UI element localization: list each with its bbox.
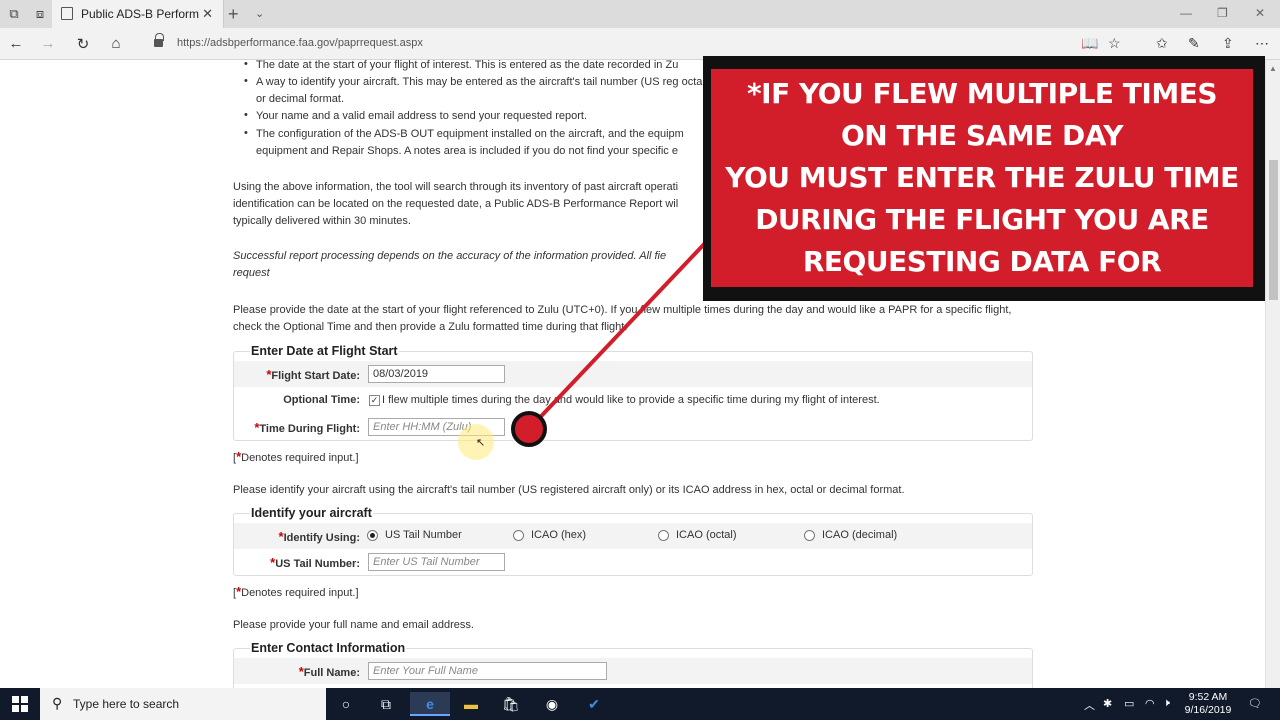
- bullet-name-email: Your name and a valid email address to s…: [256, 110, 588, 122]
- full-name-row: *Full Name:: [234, 658, 1032, 684]
- more-menu-icon[interactable]: ⋯: [1255, 35, 1269, 52]
- chrome-icon[interactable]: ◉: [532, 692, 572, 716]
- time-during-flight-label: *Time During Flight:: [254, 420, 360, 435]
- radio-icao-decimal[interactable]: [804, 530, 815, 541]
- full-name-label: *Full Name:: [298, 664, 360, 679]
- refresh-icon[interactable]: ↻: [73, 35, 93, 53]
- reading-view-icon[interactable]: 📖: [1081, 35, 1098, 52]
- callout-line-5: REQUESTING DATA FOR: [802, 245, 1162, 278]
- tab-list-chevron-icon[interactable]: ⌄: [255, 7, 264, 20]
- full-name-input[interactable]: Enter Your Full Name: [368, 662, 607, 680]
- bullet-dot: •: [244, 58, 248, 70]
- scrollbar-thumb[interactable]: [1269, 160, 1278, 300]
- para-identify-instructions: Please identify your aircraft using the …: [233, 484, 905, 496]
- back-arrow-icon[interactable]: ←: [6, 35, 26, 52]
- page-favicon-icon: [61, 7, 73, 20]
- callout-line-2: ON THE SAME DAY: [841, 119, 1123, 152]
- battery-icon[interactable]: ▭: [1124, 697, 1134, 710]
- radio-icao-hex[interactable]: [513, 530, 524, 541]
- para-contact-instructions: Please provide your full name and email …: [233, 619, 474, 631]
- network-icon[interactable]: ◠: [1145, 697, 1155, 710]
- flight-start-date-input[interactable]: 08/03/2019: [368, 365, 505, 383]
- file-explorer-icon[interactable]: ▬: [451, 692, 491, 716]
- tab-title: Public ADS-B Performar: [81, 7, 199, 21]
- identify-using-label: *Identify Using:: [278, 529, 360, 544]
- optional-time-checkbox-label[interactable]: I flew multiple times during the day and…: [382, 394, 880, 406]
- todo-check-icon[interactable]: ✔: [574, 692, 614, 716]
- identify-section-legend: Identify your aircraft: [250, 506, 373, 520]
- callout-line-1: *IF YOU FLEW MULTIPLE TIMES: [747, 77, 1217, 110]
- us-tail-number-input[interactable]: Enter US Tail Number: [368, 553, 505, 571]
- store-icon[interactable]: 🛍: [491, 692, 531, 716]
- windows-start-icon[interactable]: [12, 696, 28, 712]
- callout-line-4: DURING THE FLIGHT YOU ARE: [755, 203, 1209, 236]
- flight-start-date-label: *Flight Start Date:: [266, 367, 360, 382]
- task-view-icon[interactable]: ⧉: [366, 692, 406, 716]
- bullet-dot: •: [244, 75, 248, 87]
- edge-browser-icon[interactable]: e: [410, 692, 450, 716]
- flight-start-date-row: *Flight Start Date:: [234, 361, 1032, 387]
- address-bar[interactable]: https://adsbperformance.faa.gov/paprrequ…: [177, 37, 423, 49]
- share-icon[interactable]: ⇪: [1222, 35, 1234, 52]
- scroll-up-arrow-icon[interactable]: ▲: [1269, 64, 1277, 73]
- page-scrollbar[interactable]: ▲: [1265, 60, 1280, 688]
- browser-tab-bar: ⧉ ⧈ Public ADS-B Performar ✕ + ⌄ — ❐ ✕: [0, 0, 1280, 28]
- callout-line-3: YOU MUST ENTER THE ZULU TIME: [725, 161, 1239, 194]
- us-tail-number-row: *US Tail Number:: [234, 549, 1032, 575]
- mouse-pointer-icon: ↖: [476, 437, 486, 449]
- set-aside-tabs-icon[interactable]: ⧈: [32, 6, 48, 22]
- identify-using-row: *Identify Using: US Tail Number ICAO (he…: [234, 523, 1032, 549]
- clock-time: 9:52 AM: [1188, 691, 1228, 703]
- callout-box: *IF YOU FLEW MULTIPLE TIMES ON THE SAME …: [711, 69, 1253, 287]
- para-using-info: Using the above information, the tool wi…: [233, 181, 679, 227]
- bullet-identify: A way to identify your aircraft. This ma…: [256, 76, 708, 105]
- taskbar-clock[interactable]: 9:52 AM 9/16/2019: [1182, 691, 1234, 717]
- para-success: Successful report processing depends on …: [233, 250, 667, 279]
- minimize-icon[interactable]: —: [1180, 6, 1192, 20]
- web-note-pen-icon[interactable]: ✎: [1188, 35, 1200, 52]
- tab-manager-icon[interactable]: ⧉: [6, 6, 22, 22]
- radio-label-us-tail-number[interactable]: US Tail Number: [385, 529, 462, 541]
- optional-time-label: Optional Time:: [283, 394, 360, 406]
- date-section-legend: Enter Date at Flight Start: [250, 344, 399, 358]
- home-icon[interactable]: ⌂: [106, 35, 126, 52]
- us-tail-number-label: *US Tail Number:: [270, 555, 360, 570]
- bullet-configuration: The configuration of the ADS-B OUT equip…: [256, 128, 684, 157]
- radio-icao-octal[interactable]: [658, 530, 669, 541]
- radio-label-icao-octal[interactable]: ICAO (octal): [676, 529, 737, 541]
- time-during-flight-row: *Time During Flight:: [234, 414, 1032, 440]
- bullet-date: The date at the start of your flight of …: [256, 59, 679, 71]
- notifications-icon[interactable]: 🗨: [1248, 697, 1262, 710]
- tray-chevron-icon[interactable]: ︿: [1084, 697, 1095, 713]
- window-close-icon[interactable]: ✕: [1255, 6, 1265, 20]
- windows-taskbar: ⚲ Type here to search ○ ⧉ e ▬ 🛍 ◉ ✔ ︿ ✱ …: [0, 688, 1280, 720]
- volume-muted-icon[interactable]: 🕨: [1163, 697, 1170, 710]
- bullet-dot: •: [244, 109, 248, 121]
- search-icon: ⚲: [52, 695, 63, 711]
- restore-icon[interactable]: ❐: [1217, 6, 1228, 20]
- favorite-star-icon[interactable]: ☆: [1108, 35, 1121, 52]
- bullet-dot: •: [244, 127, 248, 139]
- taskbar-search-placeholder: Type here to search: [73, 697, 180, 711]
- new-tab-button[interactable]: +: [228, 4, 239, 25]
- tab-close-icon[interactable]: ✕: [202, 6, 213, 22]
- browser-tab[interactable]: Public ADS-B Performar ✕: [52, 0, 224, 28]
- lock-icon: [154, 33, 164, 48]
- radio-label-icao-decimal[interactable]: ICAO (decimal): [822, 529, 897, 541]
- required-note: [*Denotes required input.]: [233, 584, 359, 599]
- required-note: [*Denotes required input.]: [233, 449, 359, 464]
- para-date-instructions: Please provide the date at the start of …: [233, 304, 1012, 333]
- tray-app-icon[interactable]: ✱: [1103, 697, 1112, 710]
- radio-label-icao-hex[interactable]: ICAO (hex): [531, 529, 586, 541]
- cortana-icon[interactable]: ○: [326, 692, 366, 716]
- radio-us-tail-number[interactable]: [367, 530, 378, 541]
- taskbar-search-box[interactable]: ⚲ Type here to search: [40, 688, 326, 720]
- favorites-hub-icon[interactable]: ✩: [1156, 35, 1168, 52]
- optional-time-checkbox[interactable]: ✓: [369, 395, 380, 406]
- contact-section-legend: Enter Contact Information: [250, 641, 407, 655]
- clock-date: 9/16/2019: [1184, 704, 1232, 716]
- forward-arrow-icon[interactable]: →: [38, 35, 58, 52]
